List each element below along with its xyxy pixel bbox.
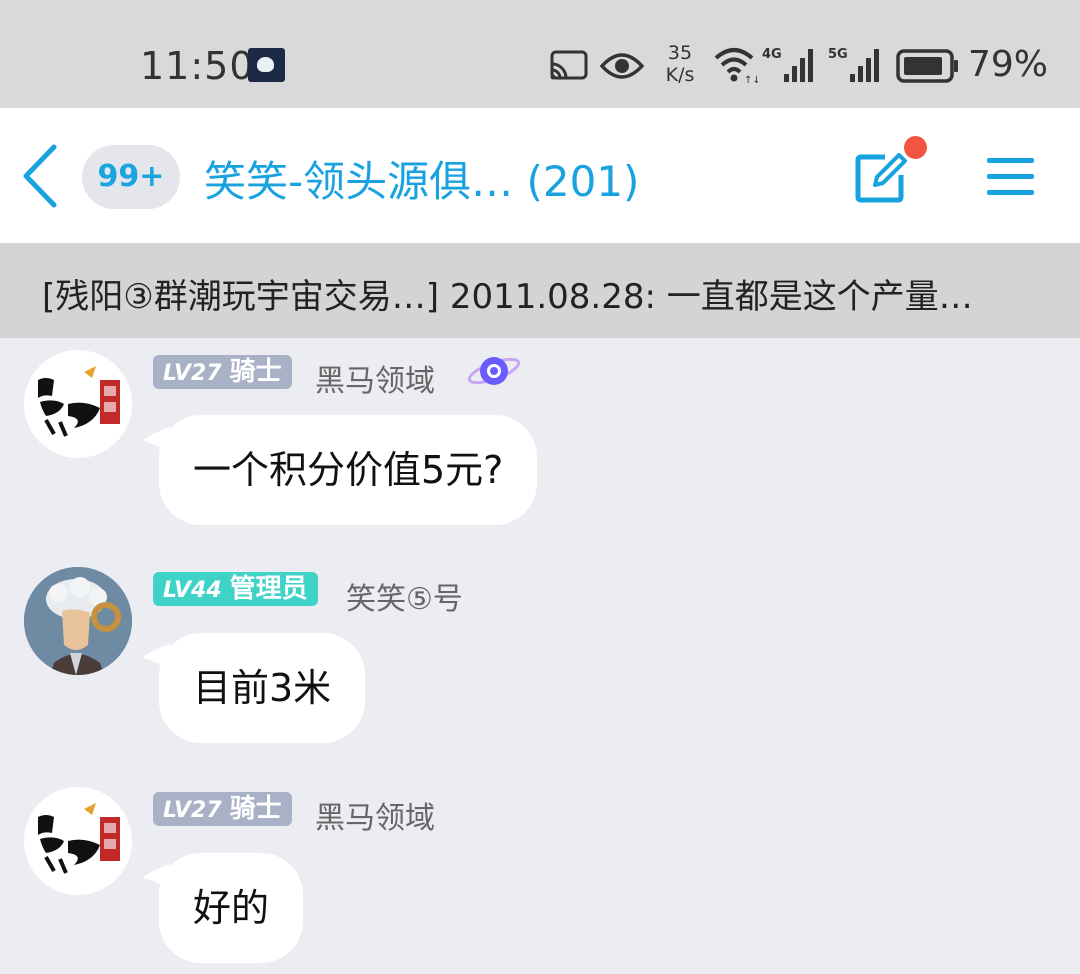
avatar[interactable] <box>24 787 132 895</box>
level-title: 管理员 <box>229 574 308 604</box>
cast-icon <box>550 50 588 80</box>
chat-title[interactable]: 笑笑-领头源俱… (201) <box>204 148 639 209</box>
menu-icon[interactable] <box>987 158 1034 196</box>
level-number: LV44 <box>163 578 222 603</box>
battery-icon <box>896 49 958 83</box>
svg-text:5G: 5G <box>828 47 848 62</box>
pinned-message-bar[interactable]: [残阳③群潮玩宇宙交易…] 2011.08.28: 一直都是这个产量… <box>0 243 1080 338</box>
member-level-badge: LV44 管理员 <box>153 572 318 606</box>
back-arrow-icon[interactable] <box>20 143 60 209</box>
avatar[interactable] <box>24 350 132 458</box>
heima-logo-icon <box>38 803 120 874</box>
wifi-icon: ↑↓ <box>714 48 758 84</box>
svg-text:↑↓: ↑↓ <box>744 75 758 84</box>
level-number: LV27 <box>163 361 222 386</box>
speed-unit: K/s <box>665 64 695 86</box>
level-title: 骑士 <box>229 357 282 387</box>
sender-name[interactable]: 笑笑⑤号 <box>346 574 463 618</box>
sender-name[interactable]: 黑马领域 <box>315 356 435 400</box>
heima-logo-icon <box>38 366 120 437</box>
cartoon-ram-avatar-icon <box>24 567 132 675</box>
status-time: 11:50 <box>140 44 255 88</box>
member-level-badge: LV27 骑士 <box>153 355 292 389</box>
planet-icon <box>467 357 521 385</box>
unread-count-badge[interactable]: 99+ <box>82 145 180 209</box>
message-bubble[interactable]: 好的 <box>159 853 304 963</box>
status-bar: 11:50 35 K/s ↑↓ 4G 5G 79% <box>0 0 1080 108</box>
chat-header: 99+ 笑笑-领头源俱… (201) <box>0 108 1080 243</box>
member-level-badge: LV27 骑士 <box>153 792 292 826</box>
5g-signal-icon: 5G <box>828 47 879 82</box>
notification-dot <box>904 136 927 159</box>
message-bubble[interactable]: 一个积分价值5元? <box>159 415 538 525</box>
level-number: LV27 <box>163 798 222 823</box>
battery-percent: 79% <box>968 44 1049 85</box>
avatar[interactable] <box>24 567 132 675</box>
sender-name[interactable]: 黑马领域 <box>315 793 435 837</box>
speed-value: 35 <box>667 42 693 64</box>
level-title: 骑士 <box>229 794 282 824</box>
app-icon <box>248 48 285 82</box>
message-bubble[interactable]: 目前3米 <box>159 633 366 743</box>
4g-signal-icon: 4G <box>762 47 813 82</box>
edit-icon[interactable] <box>855 153 907 203</box>
network-speed: 35 K/s <box>660 42 700 90</box>
pinned-message-text: [残阳③群潮玩宇宙交易…] 2011.08.28: 一直都是这个产量… <box>42 277 973 317</box>
svg-text:4G: 4G <box>762 47 782 62</box>
eye-icon <box>600 53 644 79</box>
